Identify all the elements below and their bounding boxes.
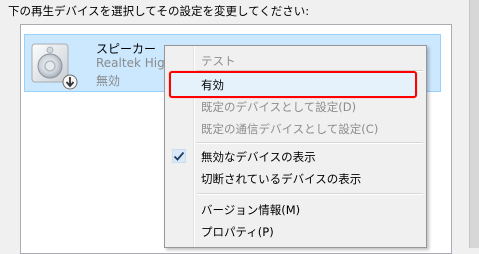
check-icon [172, 149, 186, 163]
menu-item-properties[interactable]: プロパティ(P) [201, 224, 274, 240]
device-driver: Realtek High [96, 56, 173, 70]
speaker-icon [31, 43, 78, 90]
instruction-text: 下の再生デバイスを選択してその設定を変更してください: [8, 4, 310, 18]
menu-item-set-default-communication[interactable]: 既定の通信デバイスとして設定(C) [201, 121, 378, 137]
device-status: 無効 [96, 74, 121, 88]
menu-separator [197, 142, 423, 144]
enable-highlight-box [169, 71, 417, 98]
menu-separator [197, 193, 423, 195]
menu-item-show-disabled-devices[interactable]: 無効なデバイスの表示 [201, 149, 316, 165]
menu-item-set-default[interactable]: 既定のデバイスとして設定(D) [201, 99, 356, 115]
menu-item-show-disconnected-devices[interactable]: 切断されているデバイスの表示 [201, 171, 361, 187]
device-name: スピーカー [96, 42, 157, 56]
menu-item-version-info[interactable]: バージョン情報(M) [201, 202, 300, 218]
window-edge [469, 0, 479, 248]
menu-item-test[interactable]: テスト [201, 53, 236, 69]
